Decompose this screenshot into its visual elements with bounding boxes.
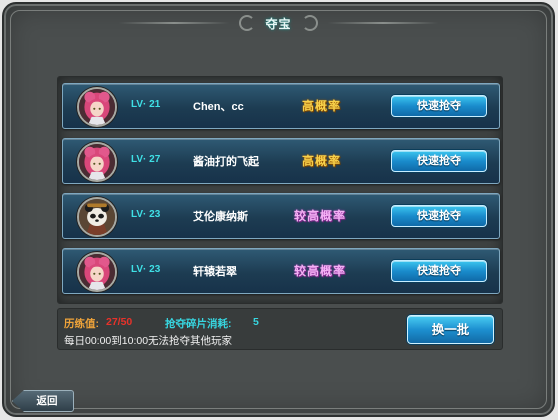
success-probability: 高概率 <box>302 154 342 168</box>
swirl-ornament-icon <box>301 15 318 31</box>
player-name: 轩辕若翠 <box>193 266 237 278</box>
avatar <box>77 252 117 292</box>
player-level: LV· 27 <box>131 154 161 165</box>
avatar <box>77 142 117 182</box>
quick-grab-button[interactable]: 快速抢夺 <box>391 260 487 282</box>
pink-hair-girl-icon <box>79 254 115 290</box>
quick-grab-button[interactable]: 快速抢夺 <box>391 95 487 117</box>
fragment-cost-label: 抢夺碎片消耗: <box>165 318 232 330</box>
player-name: Chen、cc <box>193 101 244 113</box>
avatar <box>77 87 117 127</box>
success-probability: 高概率 <box>302 99 342 113</box>
player-level: LV· 23 <box>131 264 161 275</box>
opponent-row: LV· 27 酱油打的飞起 高概率 快速抢夺 <box>62 138 500 184</box>
pink-hair-girl-icon <box>79 144 115 180</box>
time-restriction-notice: 每日00:00到10:00无法抢夺其他玩家 <box>64 335 233 347</box>
opponent-row: LV· 23 轩辕若翠 较高概率 快速抢夺 <box>62 248 500 294</box>
back-button[interactable]: 返回 <box>12 390 74 412</box>
quick-grab-button[interactable]: 快速抢夺 <box>391 150 487 172</box>
experience-value: 27/50 <box>106 316 133 328</box>
player-level: LV· 23 <box>131 209 161 220</box>
avatar <box>77 197 117 237</box>
opponent-row: LV· 23 艾伦康纳斯 较高概率 快速抢夺 <box>62 193 500 239</box>
experience-label: 历练值: <box>64 318 99 330</box>
treasure-dialog: 夺宝 LV· 21 Chen、cc 高概率 快速抢夺 LV· 27 酱油打的飞起… <box>2 2 555 417</box>
title-ornament-left <box>119 22 230 24</box>
player-name: 艾伦康纳斯 <box>193 211 248 223</box>
success-probability: 较高概率 <box>294 209 347 223</box>
title-bar: 夺宝 <box>4 11 553 35</box>
swirl-ornament-icon <box>239 15 256 31</box>
opponent-list: LV· 21 Chen、cc 高概率 快速抢夺 LV· 27 酱油打的飞起 高概… <box>57 76 503 304</box>
refresh-list-button[interactable]: 换一批 <box>407 315 494 344</box>
title-ornament-right <box>327 22 438 24</box>
quick-grab-button[interactable]: 快速抢夺 <box>391 205 487 227</box>
panda-warrior-icon <box>79 199 115 235</box>
pink-hair-girl-icon <box>79 89 115 125</box>
dialog-title: 夺宝 <box>265 16 292 31</box>
player-level: LV· 21 <box>131 99 161 110</box>
fragment-cost-value: 5 <box>253 316 259 328</box>
player-name: 酱油打的飞起 <box>193 156 259 168</box>
success-probability: 较高概率 <box>294 264 347 278</box>
opponent-row: LV· 21 Chen、cc 高概率 快速抢夺 <box>62 83 500 129</box>
